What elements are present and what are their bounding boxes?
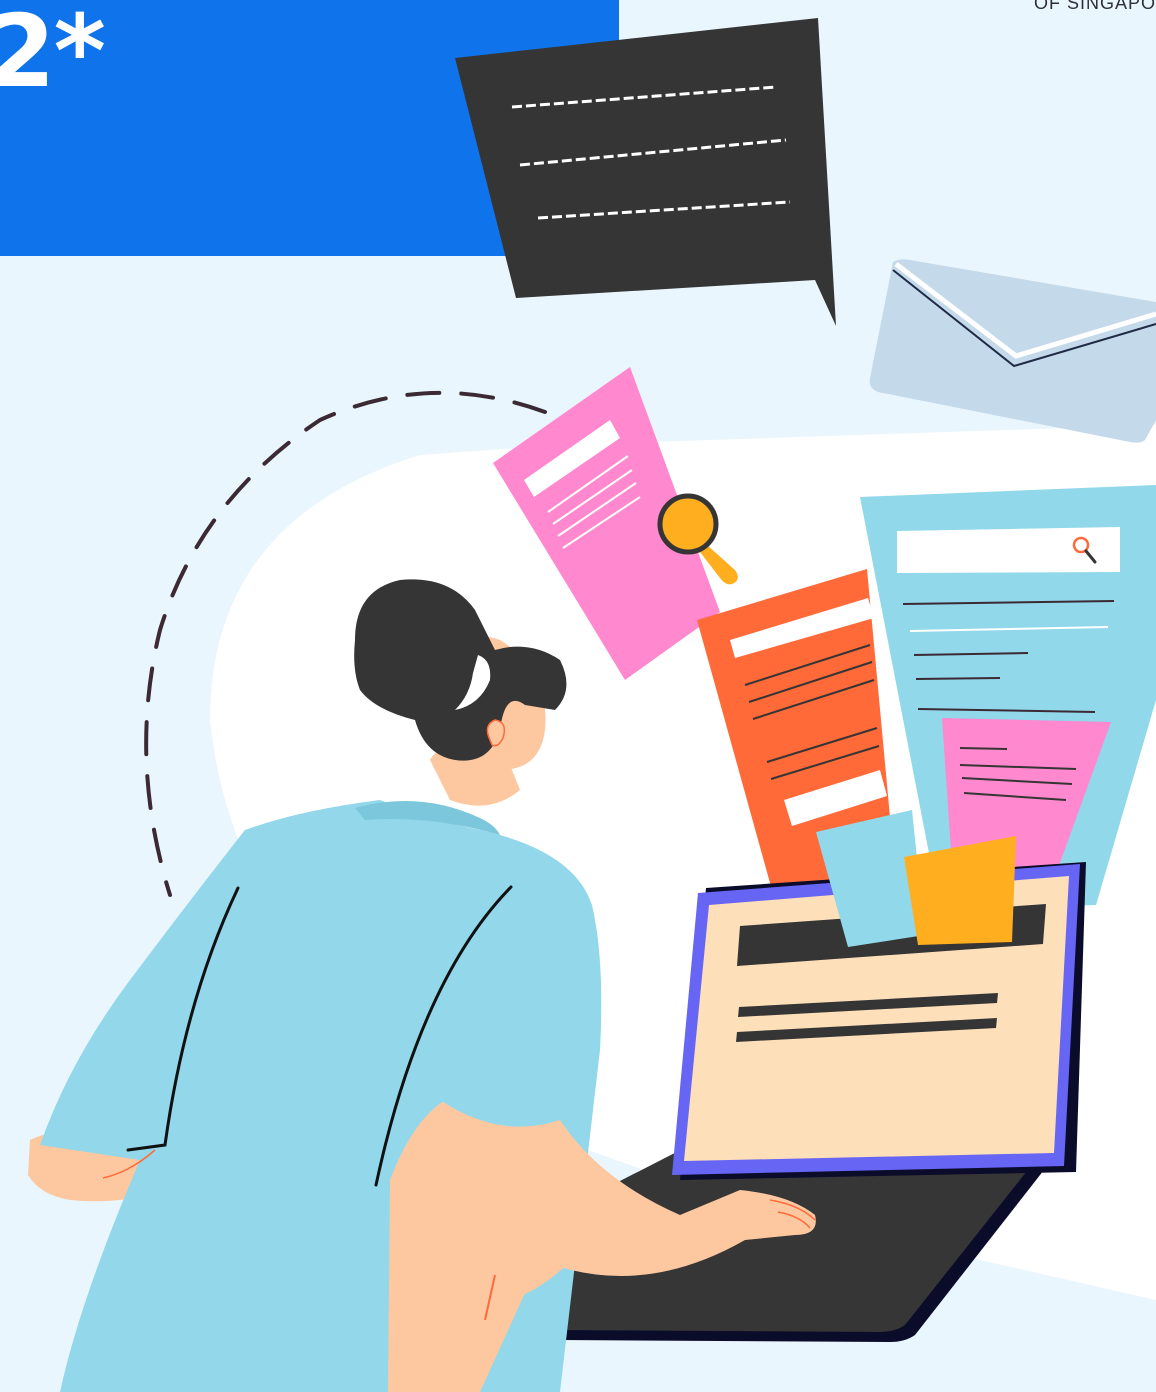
illustration [28, 18, 1156, 1392]
speech-bubble-icon [455, 18, 836, 326]
envelope-icon [869, 259, 1156, 443]
